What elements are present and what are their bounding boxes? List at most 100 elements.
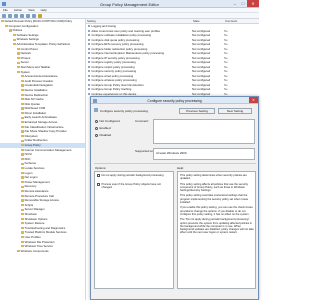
tree-item-label: Remote Assistance — [24, 188, 49, 193]
window-controls: – □ ✕ — [231, 0, 259, 7]
settings-list: Logging and tracing Allow cross-forest us… — [86, 24, 259, 96]
folder-icon — [5, 24, 8, 27]
options-pane: Do not apply during periodic background … — [94, 171, 174, 289]
menu-action[interactable]: Action — [11, 8, 25, 12]
tree-item-label: Printers — [20, 55, 31, 60]
tree-item-label: Driver Installation — [24, 110, 47, 115]
tree-item-label: Internet Communication Management — [24, 147, 72, 152]
setting-name: Configure scripts policy processing — [91, 64, 135, 69]
tree-item-label: Windows Components — [20, 248, 49, 253]
tree-item-label: KDC — [24, 156, 31, 161]
folder-icon — [21, 190, 24, 193]
title-bar: Group Policy Management Editor – □ ✕ — [0, 0, 259, 8]
help-paragraph: This policy setting affects all policies… — [180, 182, 248, 193]
help-label: Help: — [177, 166, 185, 170]
folder-icon — [21, 240, 24, 243]
menu-view[interactable]: View — [25, 8, 37, 12]
show-hide-tree-icon[interactable] — [20, 13, 24, 18]
help-icon[interactable] — [32, 13, 36, 18]
back-icon[interactable] — [2, 13, 6, 18]
option-process-unchanged-checkbox[interactable] — [97, 183, 100, 187]
setting-name: Configure EFS recovery policy processing — [91, 42, 144, 46]
folder-icon — [21, 144, 24, 147]
setting-name: Configure Group Policy Caching — [91, 87, 132, 91]
folder-icon — [21, 245, 24, 248]
folder-icon — [21, 98, 24, 101]
column-setting[interactable]: Setting — [86, 19, 192, 23]
help-paragraph: The "Do not apply during periodic backgr… — [180, 218, 254, 235]
option-process-unchanged-label: Process even if the Group Policy objects… — [101, 183, 161, 190]
option-process-unchanged[interactable]: Process even if the Group Policy objects… — [97, 183, 171, 190]
minimize-button[interactable]: – — [231, 0, 239, 7]
tree-item[interactable]: Windows Components — [0, 249, 85, 254]
tree-item-label: Folder Redirection — [24, 138, 48, 143]
folder-icon — [1, 20, 4, 23]
radio-not-configured[interactable]: Not Configured — [95, 119, 120, 123]
up-icon[interactable] — [14, 13, 18, 18]
tree-item-label: Start Menu and Taskbar — [20, 64, 51, 69]
folder-icon — [21, 107, 24, 110]
forward-icon[interactable] — [8, 13, 12, 18]
folder-icon — [21, 199, 24, 202]
folder-icon — [21, 121, 24, 124]
close-button[interactable]: ✕ — [247, 0, 259, 7]
radio-disabled[interactable]: Disabled — [95, 133, 111, 137]
help-paragraph: If you enable this policy setting, you c… — [180, 206, 253, 216]
supported-on-box: At least Windows 2000 — [153, 148, 255, 160]
folder-icon — [21, 139, 24, 142]
setting-icon — [94, 108, 98, 112]
previous-setting-button[interactable]: Previous Setting — [179, 108, 215, 114]
radio-enabled[interactable]: Enabled — [95, 126, 111, 130]
folder-icon — [21, 135, 24, 138]
tree-item-label: Windows Settings — [16, 37, 39, 42]
menu-help[interactable]: Help — [38, 8, 50, 12]
folder-icon — [21, 157, 24, 161]
help-pane: This policy setting determines when secu… — [177, 171, 256, 289]
column-state[interactable]: State — [192, 19, 224, 23]
folder-icon — [21, 171, 24, 174]
folder-icon — [21, 89, 24, 92]
folder-icon — [21, 102, 24, 106]
export-list-icon[interactable] — [26, 13, 30, 18]
tree-item-label: Server — [20, 60, 29, 65]
help-paragraph: This policy setting overrides customized… — [180, 194, 248, 205]
menu-file[interactable]: File — [0, 8, 11, 12]
tree-item-label: Administrative Templates: Policy definit… — [16, 41, 71, 46]
tree-item-label: Control Panel — [20, 46, 38, 51]
setting-name: Continue experiences on this device — [91, 91, 137, 96]
maximize-button[interactable]: □ — [239, 0, 247, 7]
tree-item-label: Distributed COM — [24, 106, 46, 111]
dialog-close-button[interactable]: ✕ — [249, 97, 258, 103]
tree-item-label: Shutdown — [24, 211, 38, 216]
option-no-background-label: Do not apply during periodic background … — [101, 174, 164, 177]
folder-icon — [21, 112, 24, 115]
folder-icon — [13, 33, 16, 37]
next-setting-button[interactable]: Next Setting — [218, 108, 252, 114]
supported-on-value: At least Windows 2000 — [156, 151, 187, 155]
comment-label: Comment: — [135, 119, 149, 123]
dialog-title-bar: Configure security policy processing ✕ — [91, 97, 258, 104]
tree-item-label: iSCSI — [24, 152, 32, 157]
folder-icon — [21, 176, 24, 179]
tree-item-label: User Profiles — [24, 234, 41, 239]
folder-icon — [21, 84, 24, 87]
folder-icon — [17, 66, 20, 69]
supported-on-label: Supported on: — [135, 149, 154, 153]
tree-item-label: System — [20, 69, 30, 74]
console-tree: Default Domain Policy [DC01.CONTOSO.COM]… — [0, 19, 86, 300]
folder-icon — [17, 52, 20, 55]
folder-icon — [21, 162, 24, 165]
tree-item-label: Enhanced Storage Access — [24, 120, 58, 125]
tree-item-label: Removable Storage Access — [24, 198, 59, 203]
tree-item-label: System Restore — [24, 221, 45, 226]
setting-name: Logging and tracing — [91, 24, 116, 28]
dialog-title: Configure security policy processing — [147, 99, 202, 103]
option-no-background-checkbox[interactable] — [97, 174, 100, 178]
filter-icon[interactable] — [38, 13, 42, 18]
column-comment[interactable]: Comment — [224, 19, 259, 23]
folder-icon — [21, 93, 24, 96]
option-no-background[interactable]: Do not apply during periodic background … — [97, 174, 171, 178]
comment-field[interactable] — [153, 119, 255, 144]
tree-item-label: Logon — [24, 170, 33, 175]
tree-item-label: Device Redirection — [24, 92, 49, 97]
